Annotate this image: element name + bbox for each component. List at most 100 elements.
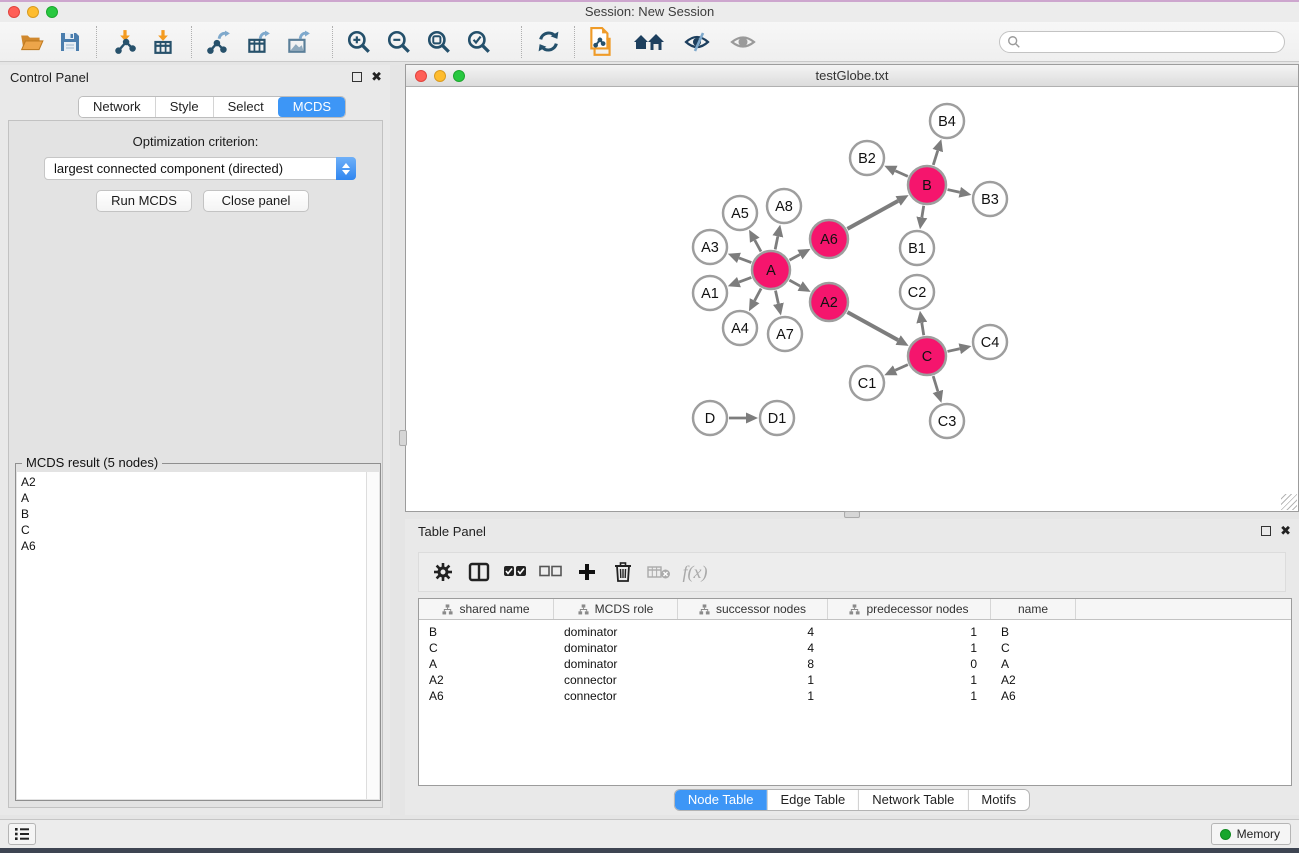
graph-node-A2[interactable]: A2 — [810, 283, 848, 321]
tab-node-table[interactable]: Node Table — [675, 790, 767, 810]
export-network-button[interactable] — [204, 28, 232, 56]
graph-node-A8[interactable]: A8 — [767, 189, 801, 223]
close-table-panel-icon[interactable]: ✖ — [1280, 524, 1291, 537]
zoom-fit-button[interactable] — [425, 28, 453, 56]
mcds-result-item[interactable]: A2 — [17, 474, 366, 490]
table-cell[interactable]: C — [419, 640, 554, 656]
mcds-result-scrollbar[interactable] — [366, 472, 379, 799]
table-cell[interactable]: A2 — [991, 672, 1076, 688]
mcds-result-item[interactable]: C — [17, 522, 366, 538]
graph-node-A1[interactable]: A1 — [693, 276, 727, 310]
graph-node-C3[interactable]: C3 — [930, 404, 964, 438]
apply-layout-button[interactable] — [534, 28, 562, 56]
zoom-window-button[interactable] — [46, 6, 58, 18]
tab-mcds[interactable]: MCDS — [278, 97, 345, 117]
tab-motifs[interactable]: Motifs — [967, 790, 1029, 810]
table-cell[interactable]: dominator — [554, 624, 678, 640]
float-table-panel-icon[interactable] — [1261, 526, 1271, 536]
table-settings-button[interactable] — [425, 557, 461, 587]
column-header-mcds-role[interactable]: MCDS role — [554, 599, 678, 619]
export-table-button[interactable] — [244, 28, 272, 56]
table-row[interactable]: A2connector11A2 — [419, 672, 1291, 688]
graph-node-B2[interactable]: B2 — [850, 141, 884, 175]
mcds-result-item[interactable]: A6 — [17, 538, 366, 554]
graph-node-B3[interactable]: B3 — [973, 182, 1007, 216]
graph-node-A4[interactable]: A4 — [723, 311, 757, 345]
table-cell[interactable]: connector — [554, 688, 678, 704]
delete-row-button[interactable] — [605, 557, 641, 587]
graph-node-C1[interactable]: C1 — [850, 366, 884, 400]
tab-edge-table[interactable]: Edge Table — [766, 790, 858, 810]
show-panels-button[interactable] — [729, 28, 757, 56]
save-session-button[interactable] — [56, 28, 84, 56]
zoom-out-button[interactable] — [385, 28, 413, 56]
close-window-button[interactable] — [8, 6, 20, 18]
table-row[interactable]: A6connector11A6 — [419, 688, 1291, 704]
minimize-window-button[interactable] — [27, 6, 39, 18]
network-canvas[interactable]: A5A8A3AA1A4A7A6A2B2B4BB3B1C2CC1C4C3DD1 — [406, 88, 1298, 511]
tab-network[interactable]: Network — [79, 97, 155, 117]
graph-node-A[interactable]: A — [752, 251, 790, 289]
delete-table-button[interactable] — [641, 557, 677, 587]
select-all-button[interactable] — [497, 557, 533, 587]
add-row-button[interactable] — [569, 557, 605, 587]
horizontal-splitter-grip[interactable] — [844, 511, 860, 518]
close-network-button[interactable] — [415, 70, 427, 82]
tab-network-table[interactable]: Network Table — [858, 790, 967, 810]
column-header-predecessor-nodes[interactable]: predecessor nodes — [828, 599, 991, 619]
graph-node-A7[interactable]: A7 — [768, 317, 802, 351]
table-cell[interactable]: 1 — [828, 640, 991, 656]
hide-panels-button[interactable] — [683, 28, 711, 56]
mcds-result-item[interactable]: B — [17, 506, 366, 522]
table-cell[interactable]: B — [419, 624, 554, 640]
run-mcds-button[interactable]: Run MCDS — [96, 190, 192, 212]
node-table[interactable]: shared nameMCDS rolesuccessor nodesprede… — [418, 598, 1292, 786]
table-row[interactable]: Adominator80A — [419, 656, 1291, 672]
close-panel-icon[interactable]: ✖ — [371, 70, 382, 83]
function-builder-button[interactable]: f(x) — [677, 557, 713, 587]
graph-node-B[interactable]: B — [908, 166, 946, 204]
table-cell[interactable]: A2 — [419, 672, 554, 688]
column-header-shared-name[interactable]: shared name — [419, 599, 554, 619]
memory-button[interactable]: Memory — [1211, 823, 1291, 845]
graph-node-C[interactable]: C — [908, 337, 946, 375]
zoom-selected-button[interactable] — [465, 28, 493, 56]
graph-node-B1[interactable]: B1 — [900, 231, 934, 265]
deselect-all-button[interactable] — [533, 557, 569, 587]
column-header-name[interactable]: name — [991, 599, 1076, 619]
table-cell[interactable]: 8 — [678, 656, 828, 672]
table-cell[interactable]: 4 — [678, 624, 828, 640]
table-cell[interactable]: 0 — [828, 656, 991, 672]
close-panel-button[interactable]: Close panel — [203, 190, 309, 212]
show-all-networks-button[interactable] — [631, 28, 667, 56]
table-row[interactable]: Bdominator41B — [419, 624, 1291, 640]
criterion-select[interactable]: largest connected component (directed) — [44, 157, 356, 180]
vertical-splitter-grip[interactable] — [399, 430, 407, 446]
table-cell[interactable]: 1 — [828, 672, 991, 688]
table-row[interactable]: Cdominator41C — [419, 640, 1291, 656]
table-cell[interactable]: 1 — [678, 672, 828, 688]
table-cell[interactable]: dominator — [554, 640, 678, 656]
table-cell[interactable]: B — [991, 624, 1076, 640]
float-panel-icon[interactable] — [352, 72, 362, 82]
table-cell[interactable]: dominator — [554, 656, 678, 672]
graph-node-D[interactable]: D — [693, 401, 727, 435]
table-cell[interactable]: 4 — [678, 640, 828, 656]
table-cell[interactable]: 1 — [678, 688, 828, 704]
table-cell[interactable]: A — [419, 656, 554, 672]
graph-node-B4[interactable]: B4 — [930, 104, 964, 138]
table-cell[interactable]: 1 — [828, 688, 991, 704]
tab-style[interactable]: Style — [155, 97, 213, 117]
search-field[interactable] — [999, 31, 1285, 53]
mcds-result-item[interactable]: A — [17, 490, 366, 506]
table-cell[interactable]: A6 — [419, 688, 554, 704]
search-input[interactable] — [1021, 35, 1271, 49]
graph-node-A6[interactable]: A6 — [810, 220, 848, 258]
graph-node-C4[interactable]: C4 — [973, 325, 1007, 359]
table-cell[interactable]: A6 — [991, 688, 1076, 704]
table-cell[interactable]: C — [991, 640, 1076, 656]
zoom-in-button[interactable] — [345, 28, 373, 56]
import-table-button[interactable] — [149, 28, 177, 56]
tab-select[interactable]: Select — [213, 97, 278, 117]
export-image-button[interactable] — [284, 28, 312, 56]
